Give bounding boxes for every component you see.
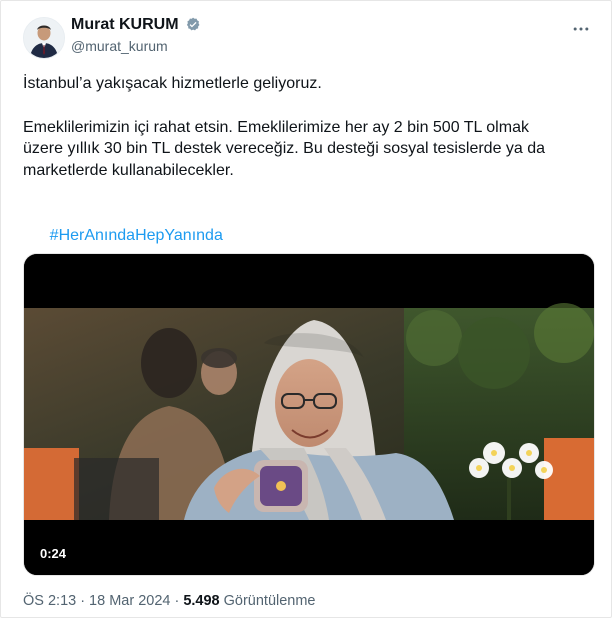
video-player[interactable]: 0:24 xyxy=(23,253,595,576)
avatar-image xyxy=(24,18,64,58)
footer-separator: · xyxy=(174,593,180,609)
tweet-text-line1: İstanbul’a yakışacak hizmetlerle geliyor… xyxy=(23,75,322,92)
author-name-row: Murat KURUM xyxy=(71,15,202,35)
views-count[interactable]: 5.498 xyxy=(183,593,219,609)
author-avatar[interactable] xyxy=(23,17,65,59)
author-name[interactable]: Murat KURUM xyxy=(71,15,179,35)
video-thumbnail xyxy=(24,254,594,575)
tweet-header: Murat KURUM @murat_kurum xyxy=(1,1,611,65)
views-label: Görüntülenme xyxy=(223,593,316,609)
tweet-text: İstanbul’a yakışacak hizmetlerle geliyor… xyxy=(23,73,589,268)
author-handle[interactable]: @murat_kurum xyxy=(71,38,168,54)
verified-badge-icon xyxy=(184,16,202,34)
more-options-button[interactable] xyxy=(569,19,593,39)
video-duration: 0:24 xyxy=(34,543,73,565)
more-horizontal-icon xyxy=(573,27,589,31)
tweet-text-paragraph: Emeklilerimizin içi rahat etsin. Emeklil… xyxy=(23,118,546,179)
tweet-time[interactable]: ÖS 2:13 xyxy=(23,593,76,609)
tweet-card: Murat KURUM @murat_kurum İstanbul’a yakı… xyxy=(0,0,612,618)
tweet-footer: ÖS 2:13 · 18 Mar 2024 · 5.498 Görüntülen… xyxy=(23,593,316,609)
hashtag-link[interactable]: #HerAnındaHepYanında xyxy=(50,227,223,244)
footer-separator: · xyxy=(80,593,86,609)
tweet-date[interactable]: 18 Mar 2024 xyxy=(89,593,170,609)
